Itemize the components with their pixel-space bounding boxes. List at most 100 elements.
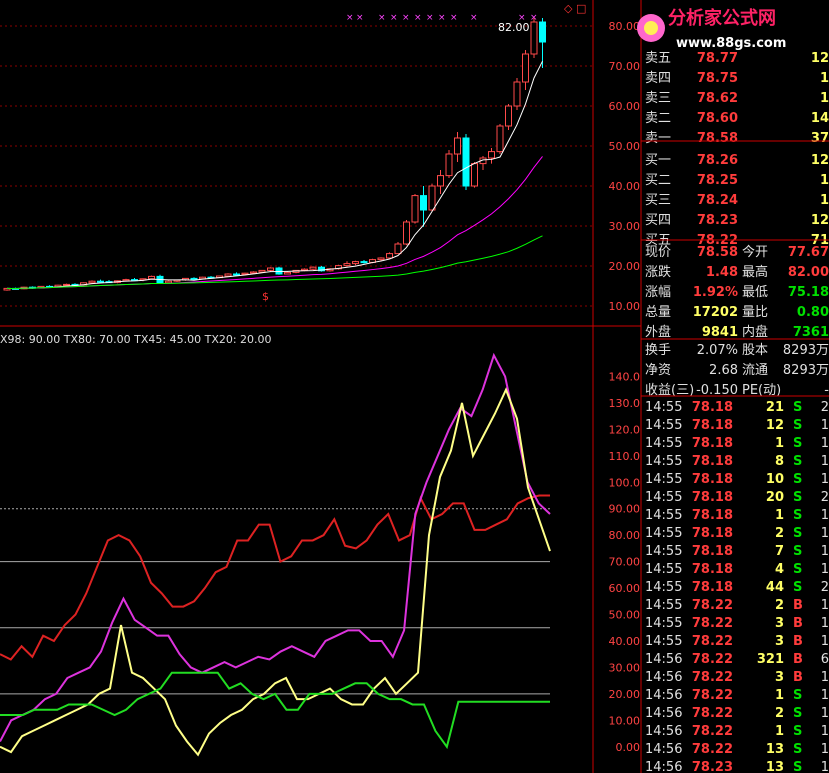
order-volume: 1 xyxy=(820,193,829,208)
order-level-label: 卖二 xyxy=(645,111,671,126)
tick-row[interactable]: 14:56 78.22 2 S 1 xyxy=(645,706,829,721)
tick-time: 14:55 xyxy=(645,454,682,469)
tick-side: B xyxy=(793,616,803,631)
order-book-row[interactable]: 卖一 78.58 37 xyxy=(645,131,829,146)
order-book-row[interactable]: 卖三 78.62 1 xyxy=(645,91,829,106)
order-book-row[interactable]: 买一 78.26 12 xyxy=(645,153,829,168)
tick-volume: 3 xyxy=(775,670,784,685)
candle-body xyxy=(97,280,104,283)
order-book-row[interactable]: 买三 78.24 1 xyxy=(645,193,829,208)
tick-price: 78.22 xyxy=(692,688,733,703)
tick-price: 78.18 xyxy=(692,454,733,469)
tick-row[interactable]: 14:56 78.22 13 S 1 xyxy=(645,742,829,757)
candle-body xyxy=(539,21,546,43)
indicator-axis-label: 0.00 xyxy=(616,741,641,754)
tick-price: 78.22 xyxy=(692,706,733,721)
indicator-series-yellow xyxy=(0,387,551,757)
indicator-legend: X98: 90.00 TX80: 70.00 TX45: 45.00 TX20:… xyxy=(0,333,272,346)
tick-row[interactable]: 14:55 78.18 4 S 1 xyxy=(645,562,829,577)
quote-stat-row: 涨幅 1.92% 最低 75.18 xyxy=(645,285,829,300)
tick-row[interactable]: 14:55 78.18 2 S 1 xyxy=(645,526,829,541)
close-icon[interactable]: □ xyxy=(576,2,586,15)
tick-row[interactable]: 14:56 78.22 1 S 1 xyxy=(645,688,829,703)
ma60-line xyxy=(6,235,543,290)
order-volume: 12 xyxy=(811,51,829,66)
stat-value: 2.07% xyxy=(697,343,738,358)
price-axis-label: 30.00 xyxy=(609,220,641,233)
tick-row[interactable]: 14:55 78.22 3 B 1 xyxy=(645,616,829,631)
candle-body xyxy=(360,261,368,264)
tick-row[interactable]: 14:55 78.18 10 S 1 xyxy=(645,472,829,487)
candle-body xyxy=(454,137,461,155)
order-volume: 1 xyxy=(820,173,829,188)
order-volume: 12 xyxy=(811,213,829,228)
tick-price: 78.18 xyxy=(692,472,733,487)
tick-side: S xyxy=(793,508,802,523)
tick-volume: 1 xyxy=(775,688,784,703)
indicator-axis-label: 60.00 xyxy=(609,582,641,595)
order-book-row[interactable]: 卖五 78.77 12 xyxy=(645,51,829,66)
tick-row[interactable]: 14:55 78.18 7 S 1 xyxy=(645,544,829,559)
tick-side: S xyxy=(793,418,802,433)
indicator-chart-panel[interactable]: 140.0 130.0 120.0 110.0 100.0 90.00 80.00 70.00… xyxy=(0,352,641,757)
order-level-label: 买一 xyxy=(645,153,671,168)
tick-price: 78.18 xyxy=(692,490,733,505)
stat-label: 净资 xyxy=(645,363,671,378)
stat-value: 82.00 xyxy=(788,265,829,280)
tick-side: S xyxy=(793,472,802,487)
tick-side: B xyxy=(793,634,803,649)
tick-row[interactable]: 14:56 78.22 321 B 6 xyxy=(645,652,829,667)
expand-icon[interactable]: ◇ xyxy=(564,2,573,15)
tick-row[interactable]: 14:55 78.18 1 S 1 xyxy=(645,436,829,451)
tick-price: 78.18 xyxy=(692,400,733,415)
tick-time: 14:55 xyxy=(645,526,682,541)
candle-body xyxy=(437,175,444,187)
tick-row[interactable]: 14:56 78.22 1 S 1 xyxy=(645,724,829,739)
tick-count: 1 xyxy=(821,634,829,649)
order-book-row[interactable]: 买四 78.23 12 xyxy=(645,213,829,228)
order-book-row[interactable]: 买二 78.25 1 xyxy=(645,173,829,188)
tick-row[interactable]: 14:55 78.18 44 S 2 xyxy=(645,580,829,595)
tick-row[interactable]: 14:55 78.18 20 S 2 xyxy=(645,490,829,505)
tick-volume: 13 xyxy=(766,742,784,757)
candle-body xyxy=(309,266,317,270)
tick-time: 14:56 xyxy=(645,688,682,703)
stat-label: 最高 xyxy=(742,264,768,280)
tick-row[interactable]: 14:55 78.18 21 S 2 xyxy=(645,400,829,415)
tick-count: 1 xyxy=(821,562,829,577)
order-price: 78.60 xyxy=(697,111,738,126)
order-book-row[interactable]: 卖四 78.75 1 xyxy=(645,71,829,86)
tick-volume: 1 xyxy=(775,508,784,523)
order-level-label: 卖五 xyxy=(645,51,671,66)
site-logo[interactable]: 分析家公式网 www.88gs.com xyxy=(637,7,786,51)
tick-volume: 3 xyxy=(775,616,784,631)
tick-time: 14:55 xyxy=(645,544,682,559)
order-level-label: 买二 xyxy=(645,173,671,188)
stat-value: 17202 xyxy=(693,305,738,320)
tick-price: 78.22 xyxy=(692,616,733,631)
tick-row[interactable]: 14:55 78.18 8 S 1 xyxy=(645,454,829,469)
stat-value: 9841 xyxy=(702,325,738,340)
tick-row[interactable]: 14:55 78.18 12 S 1 xyxy=(645,418,829,433)
price-chart-panel[interactable]: 80.00 70.00 60.00 50.00 40.00 30.00 20.00 10.00… xyxy=(0,13,640,313)
stat-value: 8293万 xyxy=(783,343,829,358)
tick-row[interactable]: 14:55 78.18 1 S 1 xyxy=(645,508,829,523)
tick-row[interactable]: 14:55 78.22 3 B 1 xyxy=(645,634,829,649)
tick-volume: 10 xyxy=(766,472,784,487)
price-axis-label: 20.00 xyxy=(609,260,641,273)
tick-row[interactable]: 14:55 78.22 2 B 1 xyxy=(645,598,829,613)
stat-value: 77.67 xyxy=(788,245,829,260)
order-price: 78.58 xyxy=(697,131,738,146)
price-axis-label: 70.00 xyxy=(609,60,641,73)
candle-body xyxy=(148,275,155,280)
order-book-row[interactable]: 卖二 78.60 14 xyxy=(645,111,829,126)
order-level-label: 买三 xyxy=(645,193,671,208)
tick-side: S xyxy=(793,706,802,721)
signal-x-marker: × xyxy=(378,13,386,23)
tick-row[interactable]: 14:56 78.23 13 S 1 xyxy=(645,760,829,773)
tick-row[interactable]: 14:56 78.22 3 B 1 xyxy=(645,670,829,685)
tick-time: 14:55 xyxy=(645,598,682,613)
stat-label: 最低 xyxy=(742,285,768,300)
tick-price: 78.23 xyxy=(692,760,733,773)
order-level-label: 卖四 xyxy=(645,71,671,86)
